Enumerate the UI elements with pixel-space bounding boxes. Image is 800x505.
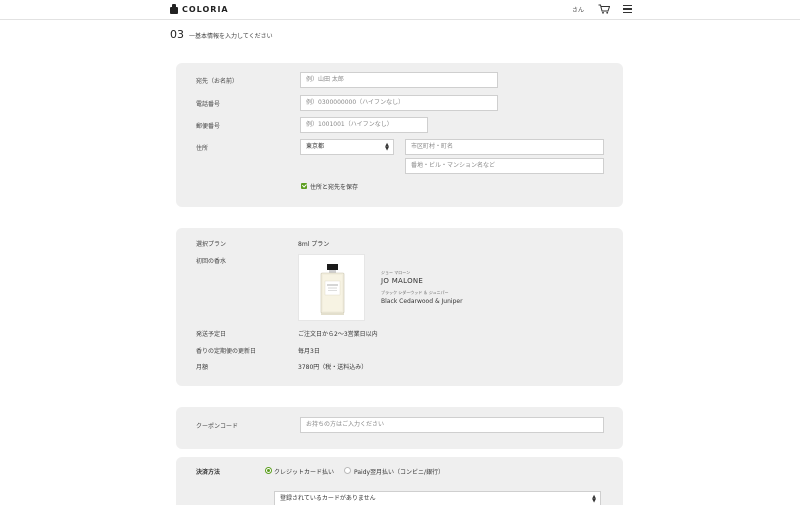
monthly-value: 3780円（税・送料込み） bbox=[298, 364, 368, 371]
ship-date-value: ご注文日から2〜3営業日以内 bbox=[298, 331, 378, 338]
paidy-payment-label[interactable]: Paidy翌月払い（コンビニ/銀行） bbox=[354, 467, 444, 476]
postal-input[interactable]: 例）1001001（ハイフンなし） bbox=[300, 117, 428, 133]
top-navigation-bar: COLORIA さん bbox=[0, 0, 800, 20]
street-input[interactable]: 番地・ビル・マンション名など bbox=[405, 158, 604, 174]
order-summary-panel bbox=[176, 228, 623, 386]
renewal-label: 香りの定期便の更新日 bbox=[196, 348, 257, 355]
logo-text: COLORIA bbox=[182, 4, 229, 14]
paidy-payment-radio[interactable] bbox=[344, 467, 351, 474]
plan-value: 8ml プラン bbox=[298, 241, 330, 248]
product-name: Black Cedarwood & Juniper bbox=[381, 298, 463, 305]
phone-label: 電話番号 bbox=[196, 101, 221, 108]
prefecture-value: 東京都 bbox=[306, 143, 325, 150]
coupon-label: クーポンコード bbox=[196, 423, 239, 430]
select-arrows-icon: ▲ ▼ bbox=[385, 142, 389, 152]
first-scent-label: 初回の香水 bbox=[196, 258, 227, 265]
renewal-value: 毎月3日 bbox=[298, 348, 320, 355]
name-input[interactable]: 例）山田 太郎 bbox=[300, 72, 498, 88]
address-label: 住所 bbox=[196, 145, 209, 152]
save-address-checkbox[interactable] bbox=[301, 183, 307, 189]
postal-label: 郵便番号 bbox=[196, 123, 221, 130]
name-label: 宛先（お名前） bbox=[196, 78, 239, 85]
product-name-kana: ブラック シダーウッド ＆ ジュニパー bbox=[381, 290, 449, 295]
ship-date-label: 発送予定日 bbox=[196, 331, 227, 338]
prefecture-select[interactable]: 東京都 ▲ ▼ bbox=[300, 139, 394, 155]
card-payment-radio[interactable] bbox=[265, 467, 272, 474]
plan-label: 選択プラン bbox=[196, 241, 227, 248]
card-payment-label[interactable]: クレジットカード払い bbox=[274, 467, 334, 476]
hamburger-menu-icon[interactable] bbox=[623, 5, 632, 13]
step-label: 一基本情報を入力してください bbox=[189, 33, 273, 40]
cart-icon[interactable] bbox=[598, 4, 610, 14]
perfume-bottle-logo-icon bbox=[170, 4, 178, 14]
user-name-link[interactable]: さん bbox=[572, 5, 584, 14]
coupon-input[interactable]: お持ちの方はご入力ください bbox=[300, 417, 604, 433]
monthly-label: 月額 bbox=[196, 364, 209, 371]
saved-card-value: 登録されているカードがありません bbox=[280, 495, 376, 502]
brand-name: JO MALONE bbox=[381, 277, 424, 285]
save-address-label[interactable]: 住所と宛先を保存 bbox=[310, 182, 358, 191]
payment-label: 決済方法 bbox=[196, 469, 221, 476]
saved-card-select[interactable]: 登録されているカードがありません ▲ ▼ bbox=[274, 491, 601, 505]
perfume-bottle-illustration bbox=[320, 264, 345, 315]
city-input[interactable]: 市区町村・町名 bbox=[405, 139, 604, 155]
coloria-logo[interactable]: COLORIA bbox=[170, 4, 229, 14]
step-number: 03 bbox=[170, 28, 184, 41]
phone-input[interactable]: 例）0300000000（ハイフンなし） bbox=[300, 95, 498, 111]
step-heading: 03 一基本情報を入力してください bbox=[170, 28, 273, 41]
brand-kana: ジョー マローン bbox=[381, 270, 411, 275]
perfume-product-image bbox=[298, 254, 365, 321]
select-arrows-icon: ▲ ▼ bbox=[592, 494, 596, 504]
